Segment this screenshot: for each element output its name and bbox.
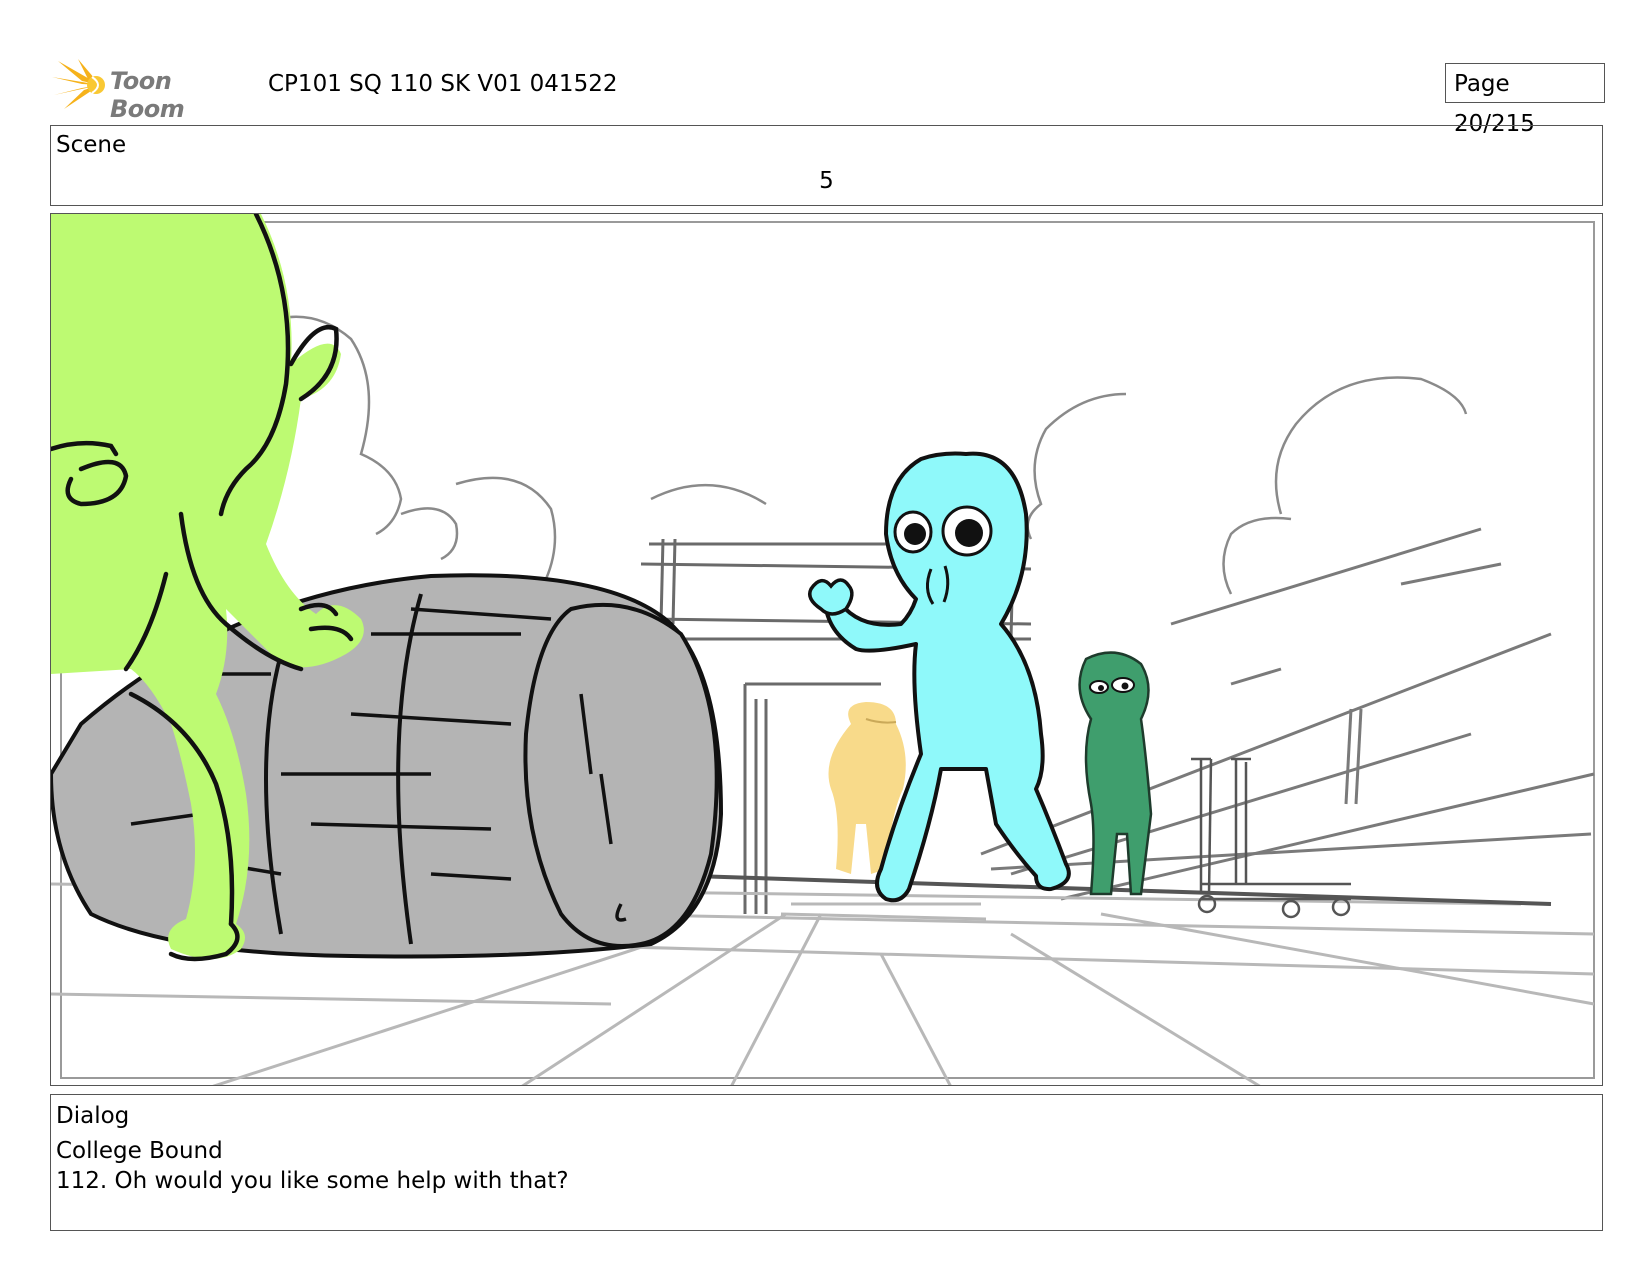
storyboard-header: Toon Boom CP101 SQ 110 SK V01 041522 Pag… [50,55,1605,137]
dialog-speaker: College Bound [56,1138,223,1164]
railing-lines [980,527,1595,901]
toon-boom-logo: Toon Boom [52,57,252,123]
panel-drawing [51,214,1595,1085]
storyboard-panel [50,213,1603,1086]
logo-text: Toon Boom [110,67,185,123]
dialog-box: Dialog College Bound 112. Oh would you l… [50,1094,1603,1231]
dialog-label: Dialog [56,1103,130,1129]
page-indicator: Page 20/215 [1445,63,1605,137]
scene-number: 5 [819,168,834,194]
clouds [260,315,1468,595]
scene-box: Scene 5 [50,125,1603,206]
document-title: CP101 SQ 110 SK V01 041522 [268,71,618,97]
scene-label: Scene [56,132,127,158]
sun-burst-icon [52,59,105,109]
dialog-line: 112. Oh would you like some help with th… [56,1168,569,1194]
dark-green-character [1078,651,1153,896]
